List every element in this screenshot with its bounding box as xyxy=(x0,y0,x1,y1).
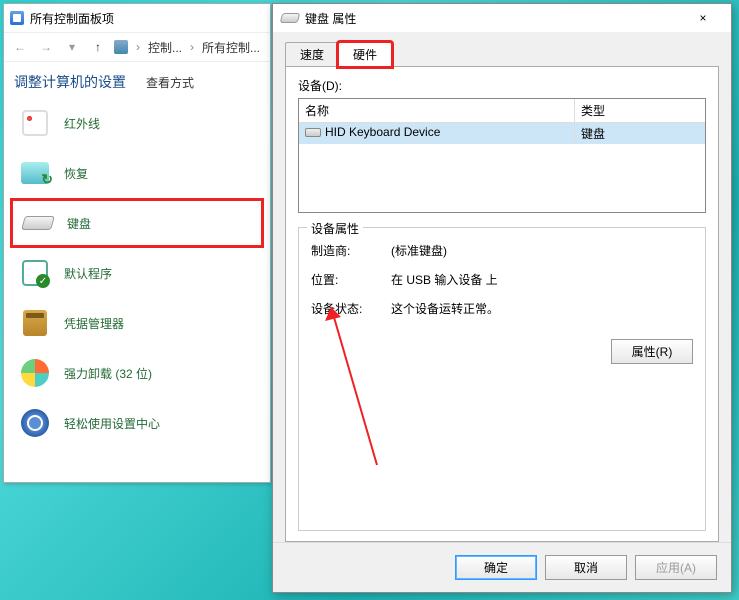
cancel-button[interactable]: 取消 xyxy=(545,555,627,580)
properties-button-row: 属性(R) xyxy=(311,329,693,364)
nav-forward-button[interactable]: → xyxy=(36,37,56,57)
window-titlebar: 所有控制面板项 xyxy=(4,4,270,32)
dialog-title: 键盘 属性 xyxy=(305,10,356,27)
dialog-footer: 确定 取消 应用(A) xyxy=(273,542,731,592)
cp-item-credentials[interactable]: 凭据管理器 xyxy=(10,298,264,348)
uninstall-icon xyxy=(21,359,49,387)
keyboard-properties-dialog: 键盘 属性 × 速度 硬件 设备(D): 名称 类型 HID Keyboard … xyxy=(272,3,732,593)
default-programs-icon xyxy=(22,260,48,286)
cp-item-label: 键盘 xyxy=(67,215,91,232)
tab-hardware[interactable]: 硬件 xyxy=(338,42,392,67)
tab-speed[interactable]: 速度 xyxy=(285,42,339,67)
device-type: 键盘 xyxy=(575,123,705,144)
nav-toolbar: ← → ▾ ↑ › 控制... › 所有控制... xyxy=(4,32,270,62)
nav-recent-dropdown[interactable]: ▾ xyxy=(62,37,82,57)
stat-value: 这个设备运转正常。 xyxy=(391,300,499,317)
close-button[interactable]: × xyxy=(683,6,723,30)
devices-header: 名称 类型 xyxy=(299,99,705,123)
page-heading: 调整计算机的设置 xyxy=(14,72,126,92)
control-panel-window: 所有控制面板项 ← → ▾ ↑ › 控制... › 所有控制... 调整计算机的… xyxy=(3,3,271,483)
breadcrumb-seg1[interactable]: 控制... xyxy=(148,39,182,56)
device-row[interactable]: HID Keyboard Device 键盘 xyxy=(299,123,705,144)
breadcrumb-icon xyxy=(114,40,128,54)
view-by-label: 查看方式 xyxy=(146,74,194,91)
prop-status: 设备状态: 这个设备运转正常。 xyxy=(311,300,693,317)
devices-list: 名称 类型 HID Keyboard Device 键盘 xyxy=(298,98,706,213)
stat-label: 设备状态: xyxy=(311,300,391,317)
cp-item-label: 默认程序 xyxy=(64,265,112,282)
mfr-label: 制造商: xyxy=(311,242,391,259)
loc-label: 位置: xyxy=(311,271,391,288)
credential-manager-icon xyxy=(23,310,47,336)
cp-item-recovery[interactable]: 恢复 xyxy=(10,148,264,198)
ease-of-access-icon xyxy=(21,409,49,437)
prop-manufacturer: 制造商: (标准键盘) xyxy=(311,242,693,259)
breadcrumb-seg2[interactable]: 所有控制... xyxy=(202,39,260,56)
control-panel-icon xyxy=(10,11,24,25)
dialog-titlebar: 键盘 属性 × xyxy=(273,4,731,32)
col-type[interactable]: 类型 xyxy=(575,99,705,122)
nav-up-button[interactable]: ↑ xyxy=(88,37,108,57)
control-panel-list: 红外线 恢复 键盘 默认程序 凭据管理器 强力卸载 (32 位) 轻松使用设置中… xyxy=(4,98,270,448)
ok-button[interactable]: 确定 xyxy=(455,555,537,580)
keyboard-icon xyxy=(280,13,301,23)
cp-item-keyboard[interactable]: 键盘 xyxy=(10,198,264,248)
cp-item-default-programs[interactable]: 默认程序 xyxy=(10,248,264,298)
device-name: HID Keyboard Device xyxy=(325,125,440,139)
apply-button[interactable]: 应用(A) xyxy=(635,555,717,580)
hardware-tab-pane: 设备(D): 名称 类型 HID Keyboard Device 键盘 设备属性… xyxy=(285,66,719,542)
prop-location: 位置: 在 USB 输入设备 上 xyxy=(311,271,693,288)
crumb-sep-icon: › xyxy=(134,40,142,54)
recovery-icon xyxy=(21,162,49,184)
heading-row: 调整计算机的设置 查看方式 xyxy=(4,62,270,98)
window-title: 所有控制面板项 xyxy=(30,10,114,27)
mfr-value: (标准键盘) xyxy=(391,242,447,259)
keyboard-icon xyxy=(305,128,321,137)
devices-label: 设备(D): xyxy=(298,77,706,94)
crumb-sep-icon: › xyxy=(188,40,196,54)
cp-item-force-uninstall[interactable]: 强力卸载 (32 位) xyxy=(10,348,264,398)
cp-item-infrared[interactable]: 红外线 xyxy=(10,98,264,148)
col-name[interactable]: 名称 xyxy=(299,99,575,122)
cp-item-ease-of-access[interactable]: 轻松使用设置中心 xyxy=(10,398,264,448)
group-title: 设备属性 xyxy=(307,220,363,237)
cp-item-label: 凭据管理器 xyxy=(64,315,124,332)
tab-bar: 速度 硬件 xyxy=(285,42,719,67)
keyboard-icon xyxy=(21,216,55,230)
properties-button[interactable]: 属性(R) xyxy=(611,339,693,364)
infrared-icon xyxy=(22,110,48,136)
loc-value: 在 USB 输入设备 上 xyxy=(391,271,498,288)
nav-back-button[interactable]: ← xyxy=(10,37,30,57)
annotation-arrow-icon xyxy=(317,295,387,470)
dialog-body: 速度 硬件 设备(D): 名称 类型 HID Keyboard Device 键… xyxy=(273,32,731,542)
close-icon: × xyxy=(699,11,706,25)
cp-item-label: 恢复 xyxy=(64,165,88,182)
cp-item-label: 强力卸载 (32 位) xyxy=(64,365,152,382)
cp-item-label: 轻松使用设置中心 xyxy=(64,415,160,432)
device-properties-group: 设备属性 制造商: (标准键盘) 位置: 在 USB 输入设备 上 设备状态: … xyxy=(298,227,706,531)
cp-item-label: 红外线 xyxy=(64,115,100,132)
